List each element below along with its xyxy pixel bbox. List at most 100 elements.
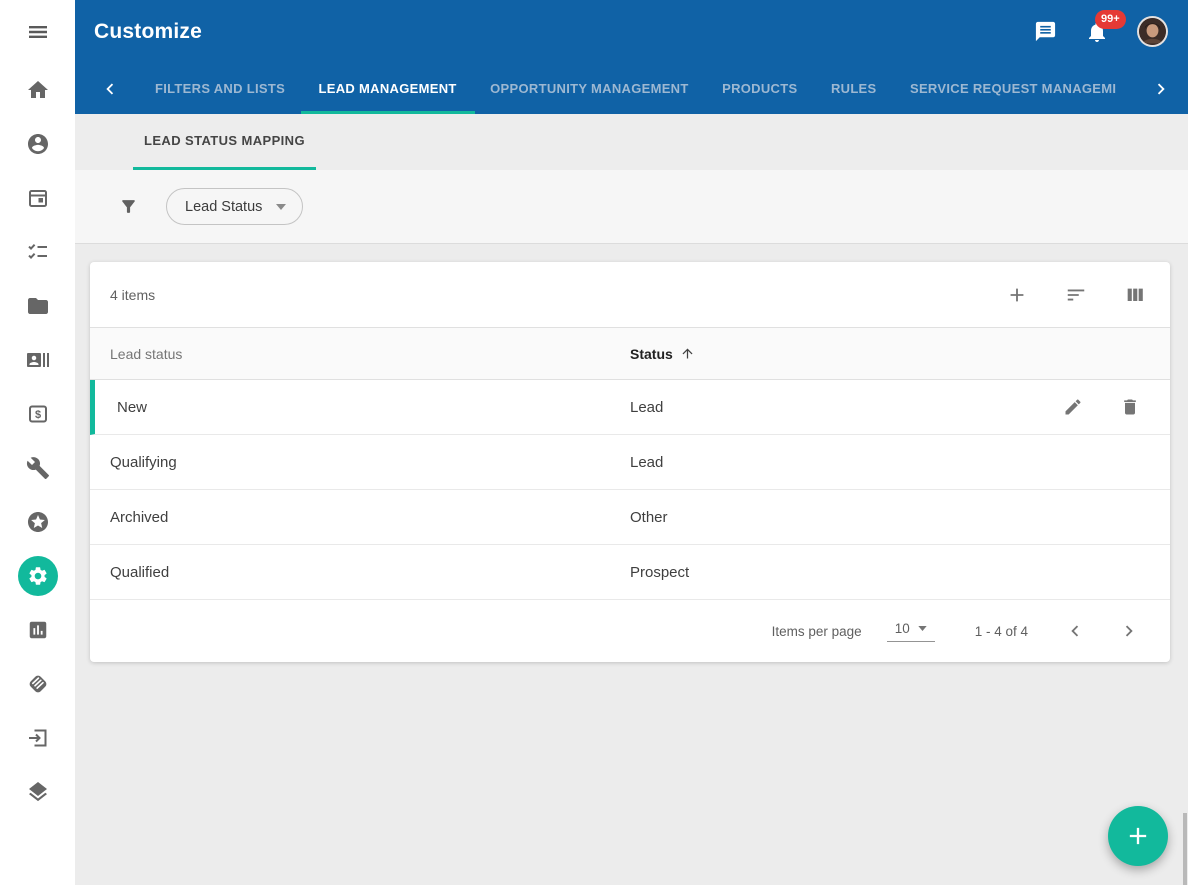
tab-rules[interactable]: RULES — [825, 63, 883, 114]
delete-row-button[interactable] — [1120, 397, 1140, 417]
sidebar-item-layers[interactable] — [0, 765, 75, 819]
table-row[interactable]: New Lead — [90, 380, 1170, 435]
svg-text:$: $ — [34, 409, 40, 421]
status-cell: Other — [630, 509, 1170, 526]
menu-button[interactable] — [0, 0, 75, 63]
tabs: FILTERS AND LISTS LEAD MANAGEMENT OPPORT… — [127, 63, 1144, 114]
star-circle-icon — [18, 502, 58, 542]
wrench-icon — [18, 448, 58, 488]
content-area: 4 items Le — [75, 245, 1188, 885]
add-fab-button[interactable] — [1108, 806, 1168, 866]
sort-ascending-arrow-icon — [680, 346, 695, 361]
chevron-down-icon — [276, 204, 286, 210]
table-row[interactable]: Qualified Prospect — [90, 545, 1170, 600]
tab-filters-and-lists[interactable]: FILTERS AND LISTS — [149, 63, 291, 114]
app-header: Customize 99+ — [75, 0, 1188, 63]
sidebar-item-folder[interactable] — [0, 279, 75, 333]
columns-button[interactable] — [1124, 284, 1146, 306]
pagination: Items per page 10 1 - 4 of 4 — [90, 600, 1170, 662]
plus-icon — [1124, 822, 1152, 850]
sidebar-item-tools[interactable] — [0, 441, 75, 495]
next-page-button[interactable] — [1118, 620, 1140, 642]
sort-icon — [1065, 284, 1087, 306]
notification-badge: 99+ — [1095, 10, 1126, 29]
chevron-right-icon — [1150, 78, 1172, 100]
chevron-down-icon — [918, 626, 927, 631]
tabs-scroll-right-button[interactable] — [1144, 63, 1178, 114]
page-title: Customize — [94, 20, 202, 44]
status-header-label: Status — [630, 346, 673, 362]
sidebar-item-exit[interactable] — [0, 711, 75, 765]
tab-bar: FILTERS AND LISTS LEAD MANAGEMENT OPPORT… — [75, 63, 1188, 114]
filter-chip-label: Lead Status — [185, 199, 262, 215]
sub-tab-bar: LEAD STATUS MAPPING — [75, 114, 1188, 170]
tab-products[interactable]: PRODUCTS — [716, 63, 803, 114]
items-per-page-label: Items per page — [772, 624, 862, 639]
layers-icon — [18, 772, 58, 812]
sidebar: $ — [0, 0, 75, 885]
sidebar-item-reports[interactable] — [0, 603, 75, 657]
table-header-row: Lead status Status — [90, 328, 1170, 380]
lead-status-cell: Qualifying — [90, 454, 630, 471]
lead-status-cell: Qualified — [90, 564, 630, 581]
page-size-value: 10 — [895, 621, 910, 636]
contacts-icon — [18, 340, 58, 380]
folder-icon — [18, 286, 58, 326]
sidebar-item-contacts[interactable] — [0, 333, 75, 387]
avatar[interactable] — [1137, 16, 1168, 47]
exit-icon — [18, 718, 58, 758]
status-cell: Lead — [630, 399, 1063, 416]
plus-icon — [1006, 284, 1028, 306]
sidebar-item-account[interactable] — [0, 117, 75, 171]
vertical-scrollbar-thumb[interactable] — [1183, 813, 1187, 885]
sidebar-item-calendar[interactable] — [0, 171, 75, 225]
column-header-lead-status[interactable]: Lead status — [90, 346, 630, 362]
sidebar-item-invoice[interactable]: $ — [0, 387, 75, 441]
columns-icon — [1124, 284, 1146, 306]
tab-opportunity-management[interactable]: OPPORTUNITY MANAGEMENT — [484, 63, 694, 114]
sidebar-item-settings[interactable] — [0, 549, 75, 603]
toolbar-icons — [1006, 284, 1146, 306]
tasks-icon — [18, 232, 58, 272]
lead-status-cell: Archived — [90, 509, 630, 526]
pencil-icon — [1063, 397, 1083, 417]
status-cell: Prospect — [630, 564, 1170, 581]
notifications-button[interactable]: 99+ — [1085, 20, 1109, 44]
filter-bar: Lead Status — [75, 170, 1188, 244]
account-icon — [18, 124, 58, 164]
sidebar-item-home[interactable] — [0, 63, 75, 117]
table-row[interactable]: Archived Other — [90, 490, 1170, 545]
sidebar-item-tasks[interactable] — [0, 225, 75, 279]
subtab-lead-status-mapping[interactable]: LEAD STATUS MAPPING — [133, 114, 316, 170]
invoice-icon: $ — [18, 394, 58, 434]
items-count: 4 items — [110, 287, 155, 303]
chevron-left-icon — [1064, 620, 1086, 642]
header-actions: 99+ — [1034, 16, 1168, 47]
lead-status-mapping-card: 4 items Le — [90, 262, 1170, 662]
page-size-select[interactable]: 10 — [887, 621, 935, 642]
chat-button[interactable] — [1034, 20, 1057, 43]
tab-lead-management[interactable]: LEAD MANAGEMENT — [313, 63, 463, 114]
lead-status-cell: New — [95, 399, 630, 416]
chat-icon — [1034, 20, 1057, 43]
trash-icon — [1120, 397, 1140, 417]
bar-chart-icon — [18, 610, 58, 650]
sidebar-nav: $ — [0, 63, 75, 819]
add-item-button[interactable] — [1006, 284, 1028, 306]
list-toolbar: 4 items — [90, 262, 1170, 328]
table-row[interactable]: Qualifying Lead — [90, 435, 1170, 490]
chevron-left-icon — [99, 78, 121, 100]
edit-row-button[interactable] — [1063, 397, 1083, 417]
home-icon — [18, 70, 58, 110]
tab-service-request-management[interactable]: SERVICE REQUEST MANAGEMI — [904, 63, 1122, 114]
tabs-scroll-left-button[interactable] — [93, 63, 127, 114]
column-header-status[interactable]: Status — [630, 346, 1170, 362]
sidebar-item-deals[interactable] — [0, 657, 75, 711]
lead-status-filter-chip[interactable]: Lead Status — [166, 188, 303, 225]
row-actions — [1063, 397, 1170, 417]
sort-button[interactable] — [1065, 284, 1087, 306]
chevron-right-icon — [1118, 620, 1140, 642]
sidebar-item-favorites[interactable] — [0, 495, 75, 549]
status-cell: Lead — [630, 454, 1170, 471]
previous-page-button[interactable] — [1064, 620, 1086, 642]
